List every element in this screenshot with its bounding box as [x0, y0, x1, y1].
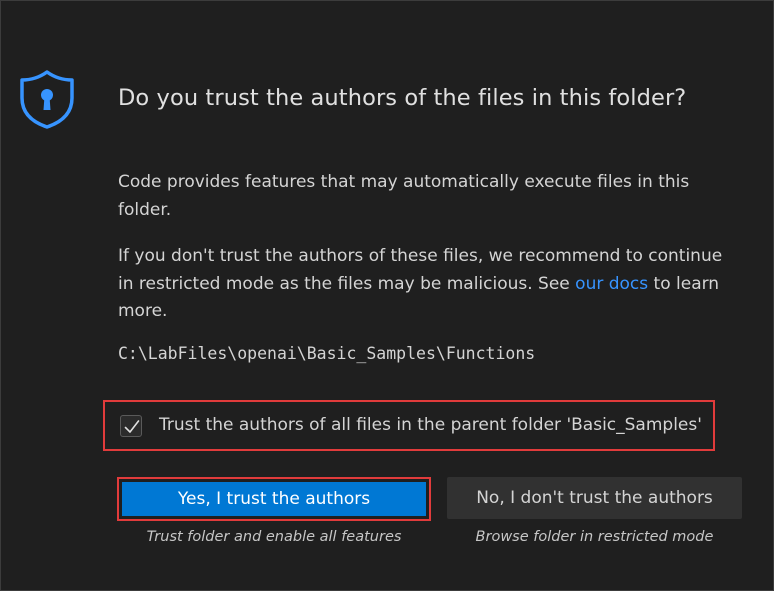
- shield-lock-icon: [16, 68, 78, 130]
- dialog-title: Do you trust the authors of the files in…: [118, 85, 687, 111]
- folder-path: C:\LabFiles\openai\Basic_Samples\Functio…: [118, 344, 536, 363]
- dont-trust-button-caption: Browse folder in restricted mode: [475, 529, 714, 545]
- trust-parent-option[interactable]: Trust the authors of all files in the pa…: [103, 400, 715, 451]
- trust-button-caption: Trust folder and enable all features: [146, 529, 402, 545]
- dont-trust-button[interactable]: No, I don't trust the authors: [447, 477, 742, 519]
- docs-link[interactable]: our docs: [575, 274, 648, 294]
- trust-parent-checkbox[interactable]: [120, 415, 142, 437]
- trust-button-highlight: Yes, I trust the authors: [117, 477, 431, 521]
- trust-button[interactable]: Yes, I trust the authors: [122, 482, 426, 516]
- check-icon: [124, 420, 140, 433]
- workspace-trust-dialog: Do you trust the authors of the files in…: [0, 0, 774, 591]
- restricted-mode-paragraph: If you don't trust the authors of these …: [118, 243, 738, 326]
- description-paragraph: Code provides features that may automati…: [118, 172, 690, 220]
- trust-parent-label[interactable]: Trust the authors of all files in the pa…: [159, 415, 702, 435]
